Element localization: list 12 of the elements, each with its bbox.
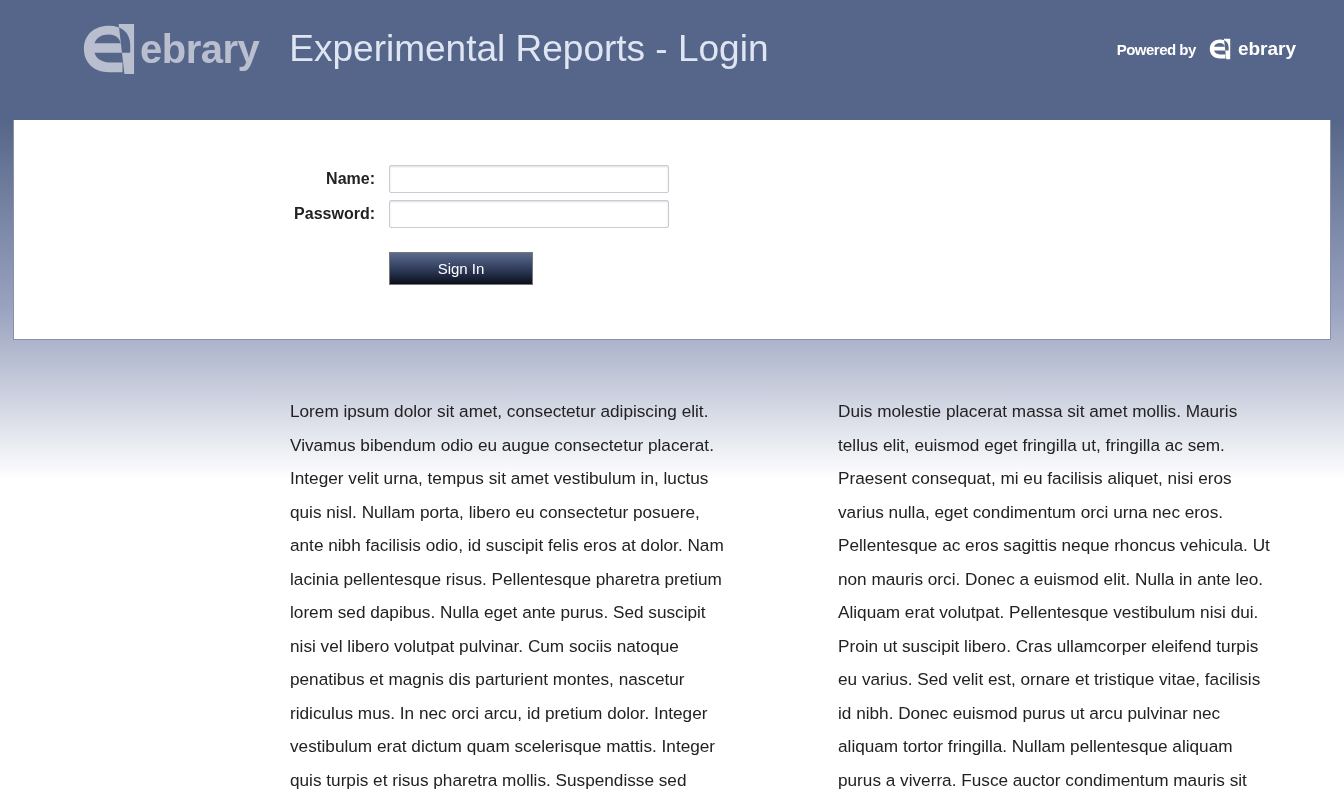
powered-logo-text: ebrary: [1237, 38, 1296, 60]
sign-in-button[interactable]: Sign In: [389, 252, 533, 285]
input-field[interactable]: [389, 165, 669, 193]
logo-text: ebrary: [140, 26, 260, 72]
body-paragraph: Duis molestie placerat massa sit amet mollis. Mauris tellus elit, euismod eget fringilla ut, fringilla ac sem. Praesent consequat, mi eu facilisis aliquet, nisi eros varius nulla, eget condimentum orci urna nec eros. Pellentesque ac eros sagittis neque rhoncus vehicula. Ut non mauris orci. Donec a euismod elit. Nulla in ante leo. Aliquam erat volutpat. Pellentesque vestibulum nisi dui. Proin ut suscipit libero. Cras ullamcorper eleifend turpis eu varius. Sed velit est, ornare et tristique vitae, facilisis id nibh. Donec euismod purus ut arcu pulvinar nec aliquam tortor fringilla. Nullam pellentesque aliquam purus a viverra. Fusce auctor condimentum mauris sit: [838, 400, 1271, 792]
input-field[interactable]: [389, 200, 669, 228]
field-label: Name:: [325, 170, 375, 188]
powered-by-text: Powered by: [1116, 40, 1196, 58]
page-title: Experimental Reports - Login: [289, 28, 769, 70]
e-logo-icon: [1207, 38, 1232, 60]
field-label: Password:: [293, 205, 375, 223]
body-paragraph: Lorem ipsum dolor sit amet, consectetur adipiscing elit. Vivamus bibendum odio eu augue consectetur placerat. Integer velit urna, tempus sit amet vestibulum in, luctus quis nisl. Nullam porta, libero eu consectetur posuere, ante nibh facilisis odio, id suscipit felis eros at dolor. Nam lacinia pellentesque risus. Pellentesque pharetra pretium lorem sed dapibus. Nulla eget ante purus. Sed suscipit nisi vel libero volutpat pulvinar. Cum sociis natoque penatibus et magnis dis parturient montes, nascetur ridiculus mus. In nec orci arcu, id pretium dolor. Integer vestibulum erat dictum quam scelerisque mattis. Integer quis turpis et risus pharetra mollis. Suspendisse sed: [290, 400, 725, 792]
